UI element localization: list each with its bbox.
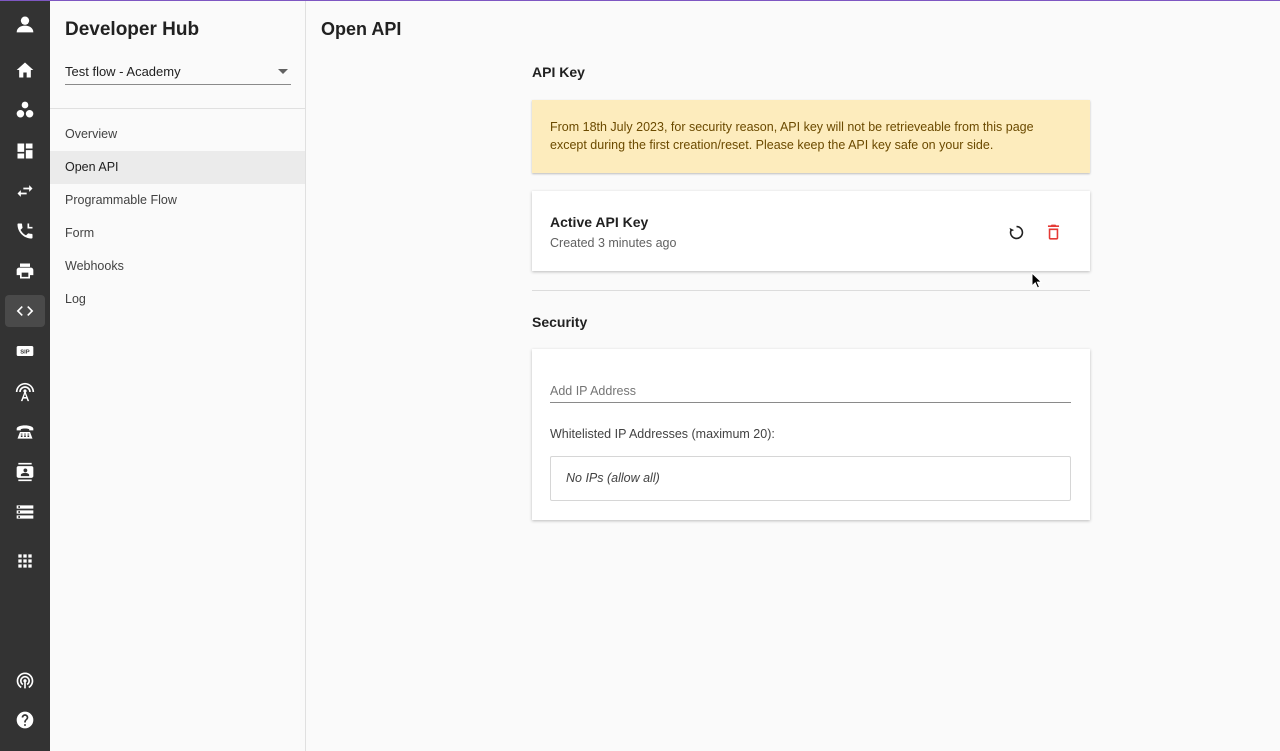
active-api-key-card: Active API Key Created 3 minutes ago bbox=[532, 191, 1090, 271]
warning-text: From 18th July 2023, for security reason… bbox=[550, 120, 1034, 152]
sip-icon: SIP bbox=[16, 346, 34, 356]
key-card-title: Active API Key bbox=[550, 214, 649, 230]
nav-item-programmable-flow[interactable]: Programmable Flow bbox=[50, 184, 305, 217]
swap-icon bbox=[17, 185, 33, 197]
rail-print[interactable] bbox=[5, 255, 45, 287]
rail-broadcast[interactable] bbox=[5, 664, 45, 696]
help-icon bbox=[16, 711, 34, 729]
whitelist-label: Whitelisted IP Addresses (maximum 20): bbox=[550, 427, 775, 441]
refresh-icon bbox=[1009, 225, 1023, 239]
dropdown-arrow-icon bbox=[278, 69, 288, 74]
rail-account[interactable] bbox=[5, 8, 45, 40]
rail-storage[interactable] bbox=[5, 496, 45, 528]
contact-card-icon bbox=[16, 462, 34, 482]
rail-dashboard[interactable] bbox=[5, 135, 45, 167]
sidebar-title: Developer Hub bbox=[65, 19, 200, 40]
rail-calls[interactable] bbox=[5, 215, 45, 247]
antenna-icon bbox=[15, 382, 35, 402]
reset-key-button[interactable] bbox=[1005, 221, 1027, 243]
section-separator bbox=[532, 290, 1090, 291]
rail-sip[interactable]: SIP bbox=[5, 335, 45, 367]
storage-icon bbox=[16, 505, 34, 519]
rail-apps[interactable] bbox=[5, 545, 45, 577]
security-heading: Security bbox=[532, 314, 588, 330]
api-key-heading: API Key bbox=[532, 64, 585, 80]
rail-deskphone[interactable] bbox=[5, 416, 45, 448]
mouse-cursor-icon bbox=[1031, 272, 1043, 289]
rail-developer[interactable] bbox=[5, 295, 45, 327]
app-rail: SIP bbox=[0, 0, 50, 751]
add-ip-input[interactable] bbox=[550, 379, 1071, 403]
security-warning-banner: From 18th July 2023, for security reason… bbox=[532, 100, 1090, 173]
flow-select-value: Test flow - Academy bbox=[65, 64, 181, 79]
rail-bubbles[interactable] bbox=[5, 94, 45, 126]
whitelist-box: No IPs (allow all) bbox=[550, 456, 1071, 501]
key-card-created: Created 3 minutes ago bbox=[550, 236, 677, 250]
nav-item-overview[interactable]: Overview bbox=[50, 118, 305, 151]
dashboard-icon bbox=[17, 143, 33, 159]
security-card: Whitelisted IP Addresses (maximum 20): N… bbox=[532, 349, 1090, 520]
bubbles-icon bbox=[16, 101, 34, 118]
page-title: Open API bbox=[321, 19, 402, 39]
rail-help[interactable] bbox=[5, 704, 45, 736]
top-accent-line bbox=[0, 0, 1280, 1]
broadcast-icon bbox=[16, 672, 34, 689]
rail-contacts[interactable] bbox=[5, 456, 45, 488]
developer-hub-sidebar: Developer Hub Test flow - Academy Overvi… bbox=[50, 0, 306, 751]
svg-text:SIP: SIP bbox=[20, 350, 30, 356]
nav-item-webhooks[interactable]: Webhooks bbox=[50, 250, 305, 283]
rail-swap[interactable] bbox=[5, 175, 45, 207]
nav-item-open-api[interactable]: Open API bbox=[50, 151, 305, 184]
home-icon bbox=[16, 62, 34, 78]
whitelist-empty-text: No IPs (allow all) bbox=[566, 471, 660, 485]
phone-call-icon bbox=[17, 223, 33, 239]
rail-antenna[interactable] bbox=[5, 376, 45, 408]
desk-phone-icon bbox=[16, 425, 34, 439]
code-icon bbox=[16, 306, 34, 316]
nav-item-log[interactable]: Log bbox=[50, 283, 305, 316]
flow-select[interactable]: Test flow - Academy bbox=[65, 60, 291, 85]
sidebar-nav: Overview Open API Programmable Flow Form… bbox=[50, 118, 305, 316]
account-icon bbox=[16, 16, 34, 33]
rail-home[interactable] bbox=[5, 54, 45, 86]
apps-grid-icon bbox=[18, 554, 32, 568]
printer-icon bbox=[16, 263, 34, 279]
nav-item-form[interactable]: Form bbox=[50, 217, 305, 250]
sidebar-divider bbox=[50, 108, 305, 109]
trash-icon bbox=[1047, 224, 1059, 240]
delete-key-button[interactable] bbox=[1042, 221, 1064, 243]
